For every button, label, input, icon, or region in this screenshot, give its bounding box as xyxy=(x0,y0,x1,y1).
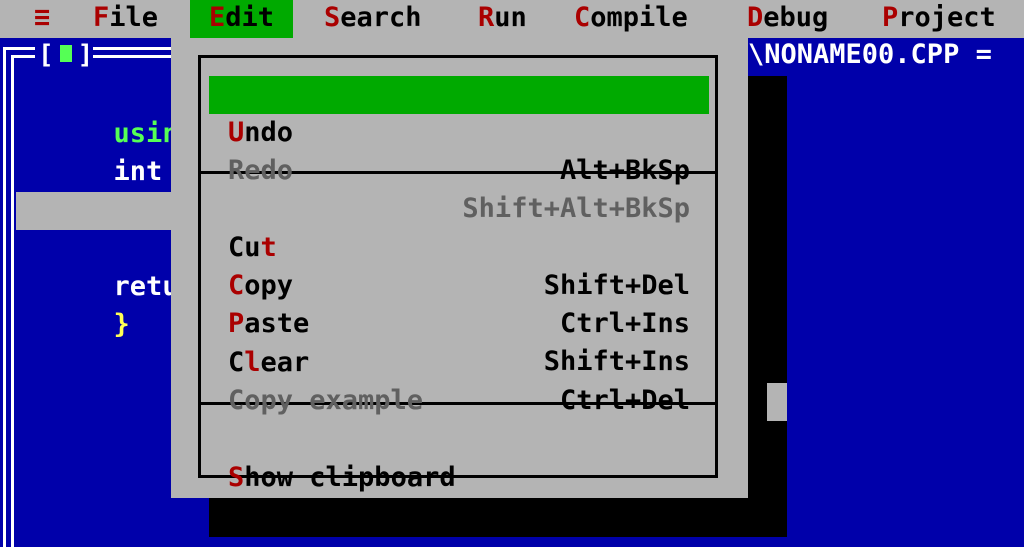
menu-item-shortcut: Alt+BkSp xyxy=(559,155,690,186)
menu-item-paste[interactable]: Paste Shift+Ins xyxy=(209,267,709,377)
menu-project[interactable]: Project xyxy=(882,0,996,38)
close-box-bracket-left: [ xyxy=(38,40,54,70)
menu-item-undo[interactable]: Undo Alt+BkSp xyxy=(209,76,709,186)
window-close-box[interactable]: [] xyxy=(38,40,93,72)
menu-item-copy[interactable]: Copy Ctrl+Ins xyxy=(209,229,709,339)
menu-item-shortcut: Ctrl+Del xyxy=(559,385,690,416)
menu-search-hotkey: S xyxy=(324,2,341,33)
menu-edit-label: dit xyxy=(225,2,275,33)
window-frame-top-outer-right xyxy=(93,47,173,50)
menu-item-clear[interactable]: Clear Ctrl+Del xyxy=(209,306,709,416)
menu-search-label: earch xyxy=(340,2,422,33)
window-frame-top-outer-left xyxy=(3,47,35,50)
menu-file-label: ile xyxy=(109,2,159,33)
menu-debug-hotkey: D xyxy=(747,2,764,33)
window-frame-top-inner-left xyxy=(11,55,35,58)
menu-compile-hotkey: C xyxy=(574,2,591,33)
menu-run-hotkey: R xyxy=(478,2,495,33)
menu-edit[interactable]: Edit xyxy=(190,0,294,38)
code-line-selected[interactable]: cout<<"H xyxy=(16,192,244,264)
menu-debug[interactable]: Debug xyxy=(747,0,828,38)
menu-edit-hotkey: E xyxy=(209,2,226,33)
menu-search[interactable]: Search xyxy=(324,0,422,38)
menu-run-label: un xyxy=(494,2,527,33)
menu-debug-label: ebug xyxy=(763,2,829,33)
menu-item-label: Copy example xyxy=(228,385,424,416)
system-menu-icon[interactable]: ≡ xyxy=(34,0,50,38)
menu-item-label: Show clipboard xyxy=(228,459,456,497)
vertical-scrollbar-thumb[interactable] xyxy=(767,383,787,421)
label-text: how clipboard xyxy=(244,462,456,493)
menu-run[interactable]: Run xyxy=(478,0,527,38)
close-icon[interactable] xyxy=(59,45,72,62)
menu-item-show-clipboard[interactable]: Show clipboard xyxy=(209,421,709,493)
menu-bar: ≡ File Edit Search Run Compile Debug Pro… xyxy=(0,0,1024,38)
code-line[interactable]: } xyxy=(16,268,130,340)
close-box-bracket-right: ] xyxy=(77,40,94,70)
menu-file-hotkey: F xyxy=(93,2,110,33)
window-title: \NONAME00.CPP = xyxy=(748,39,992,70)
menu-item-cut[interactable]: Cut Shift+Del xyxy=(209,191,709,301)
window-frame-left-outer xyxy=(3,47,6,547)
window-frame-left-inner xyxy=(11,55,14,547)
menu-project-hotkey: P xyxy=(882,2,899,33)
menu-item-label: Redo xyxy=(228,155,294,186)
menu-item-redo[interactable]: Redo Shift+Alt+BkSp xyxy=(209,114,709,224)
edit-menu-dropdown: Undo Alt+BkSp Redo Shift+Alt+BkSp Cut Sh… xyxy=(171,38,748,498)
code-token: } xyxy=(113,309,130,340)
menu-compile[interactable]: Compile xyxy=(574,0,688,38)
menu-project-label: roject xyxy=(898,2,996,33)
window-frame-top-inner-right xyxy=(93,55,173,58)
menu-item-copy-example[interactable]: Copy example xyxy=(209,344,709,416)
menu-file[interactable]: File xyxy=(93,0,158,38)
hotkey-letter: S xyxy=(228,462,245,493)
menu-compile-label: ompile xyxy=(590,2,688,33)
